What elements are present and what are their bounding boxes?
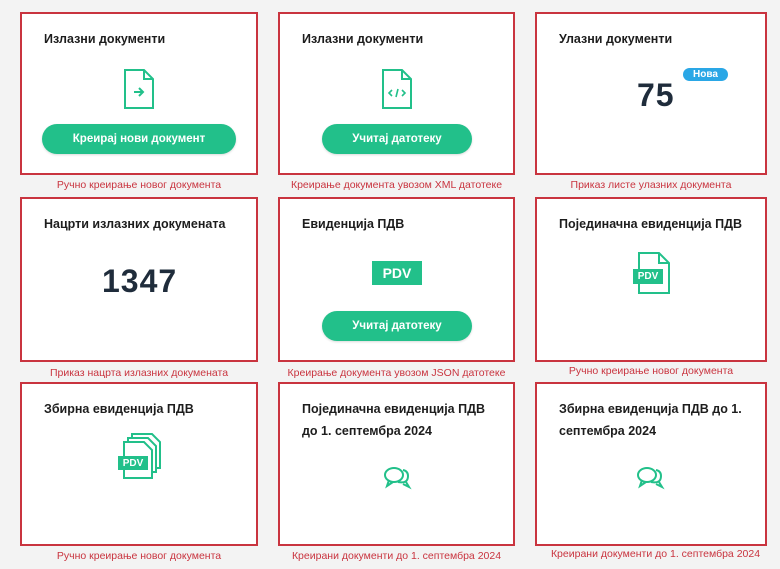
card-caption: Креирање документа увозом XML датотеке — [290, 179, 503, 191]
card-title: Излазни документи — [302, 32, 424, 46]
card-outgoing-xml[interactable]: Излазни документи Учитај датотеку — [278, 12, 515, 175]
incoming-count: 75 — [637, 77, 675, 113]
outgoing-document-icon — [122, 68, 156, 110]
card-caption: Креирани документи до 1. септембра 2024 — [291, 550, 502, 562]
card-title: Нацрти излазних докумената — [44, 217, 226, 231]
new-badge: Нова — [683, 68, 728, 81]
card-drafts[interactable]: Нацрти излазних докумената 1347 — [20, 197, 258, 362]
card-outgoing-create[interactable]: Излазни документи Креирај нови документ — [20, 12, 258, 175]
chat-bubbles-icon — [635, 464, 665, 490]
card-title: Збирна евиденција ПДВ — [44, 402, 194, 416]
pdv-documents-stack-icon: PDV — [118, 432, 166, 482]
card-title: Излазни документи — [44, 32, 166, 46]
card-individual-vat-legacy[interactable]: Појединачна евиденција ПДВ до 1. септемб… — [278, 382, 515, 546]
card-individual-vat[interactable]: Појединачна евиденција ПДВ PDV — [535, 197, 767, 362]
card-summary-vat[interactable]: Збирна евиденција ПДВ PDV — [20, 382, 258, 546]
card-title: Улазни документи — [559, 32, 673, 46]
card-title: Појединачна евиденција ПДВ — [559, 217, 743, 231]
card-caption: Ручно креирање новог документа — [56, 550, 222, 562]
card-title: Збирна евиденција ПДВ до 1. септембра 20… — [559, 402, 742, 438]
upload-xml-button[interactable]: Учитај датотеку — [322, 124, 472, 154]
card-caption: Креирање документа увозом JSON датотеке — [287, 367, 506, 379]
drafts-count: 1347 — [102, 263, 178, 299]
card-caption: Приказ нацрта излазних докумената — [49, 367, 229, 379]
create-new-document-button[interactable]: Креирај нови документ — [42, 124, 236, 154]
pdv-label: PDV — [633, 269, 663, 284]
card-title: Појединачна евиденција ПДВ до 1. септемб… — [302, 402, 486, 438]
upload-json-button[interactable]: Учитај датотеку — [322, 311, 472, 341]
pdv-icon: PDV — [372, 261, 422, 285]
chat-bubbles-icon — [382, 464, 412, 490]
card-caption: Ручно креирање новог документа — [568, 365, 734, 377]
pdv-label: PDV — [118, 456, 148, 470]
pdv-document-icon: PDV — [633, 251, 673, 295]
card-incoming[interactable]: Улазни документи 75 Нова — [535, 12, 767, 175]
card-summary-vat-legacy[interactable]: Збирна евиденција ПДВ до 1. септембра 20… — [535, 382, 767, 546]
card-caption: Приказ листе улазних документа — [570, 179, 732, 191]
card-vat-records[interactable]: Евиденција ПДВ PDV Учитај датотеку — [278, 197, 515, 362]
card-caption: Креирани документи до 1. септембра 2024 — [550, 548, 761, 560]
card-title: Евиденција ПДВ — [302, 217, 405, 231]
xml-document-icon — [380, 68, 414, 110]
card-caption: Ручно креирање новог документа — [56, 179, 222, 191]
